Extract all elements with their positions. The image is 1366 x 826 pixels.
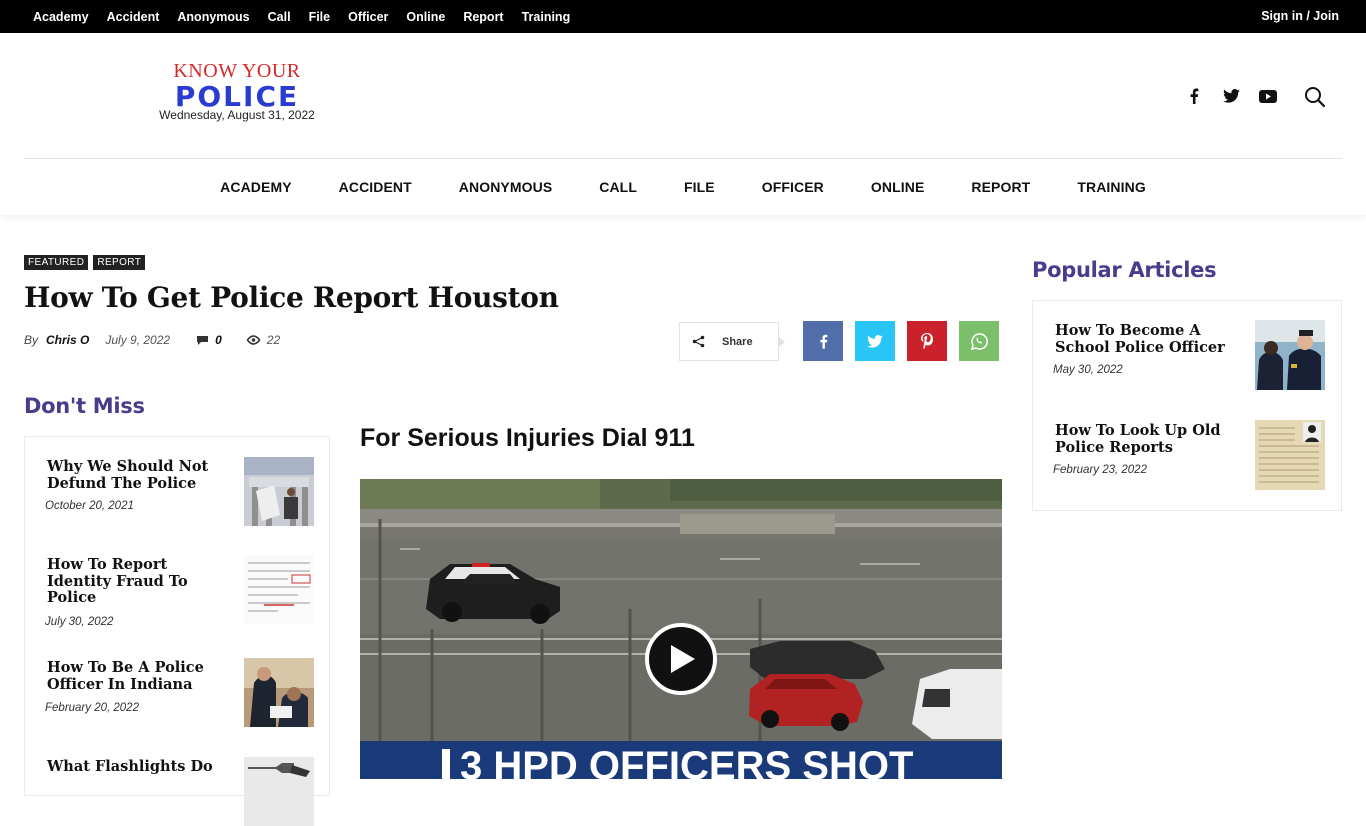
search-icon[interactable] xyxy=(1304,86,1326,108)
top-menu-accident[interactable]: Accident xyxy=(107,10,160,24)
video-caption: 3 HPD OFFICERS SHOT xyxy=(460,744,913,779)
nav-file[interactable]: FILE xyxy=(684,179,715,195)
top-menu-anonymous[interactable]: Anonymous xyxy=(177,10,249,24)
eye-icon xyxy=(246,335,261,345)
category-report[interactable]: REPORT xyxy=(93,255,146,270)
top-menu-online[interactable]: Online xyxy=(406,10,445,24)
dont-miss-item-date: October 20, 2021 xyxy=(45,500,134,512)
facebook-icon[interactable] xyxy=(1182,84,1206,108)
dont-miss-item-date: July 30, 2022 xyxy=(45,616,114,628)
share-facebook-button[interactable] xyxy=(803,321,843,361)
facebook-icon xyxy=(819,334,827,349)
dont-miss-item-title[interactable]: How To Be A Police Officer In Indiana xyxy=(47,659,217,693)
signin-link[interactable]: Sign in / Join xyxy=(1261,0,1339,33)
article-title: How To Get Police Report Houston xyxy=(24,281,559,314)
share-box[interactable]: Share xyxy=(679,322,785,361)
top-menu: Academy Accident Anonymous Call File Off… xyxy=(24,0,579,33)
dont-miss-thumbnail[interactable] xyxy=(244,555,314,624)
comments-value: 0 xyxy=(215,333,222,347)
nav-officer[interactable]: OFFICER xyxy=(762,179,824,195)
article-subheading: For Serious Injuries Dial 911 xyxy=(360,424,695,452)
nav-anonymous[interactable]: ANONYMOUS xyxy=(459,179,552,195)
top-menu-officer[interactable]: Officer xyxy=(348,10,388,24)
category-tags: FEATURED REPORT xyxy=(24,255,150,270)
whatsapp-icon xyxy=(970,332,988,350)
share-label: Share xyxy=(722,335,753,348)
top-bar: Academy Accident Anonymous Call File Off… xyxy=(0,0,1366,33)
twitter-icon xyxy=(867,334,883,348)
nav-training[interactable]: TRAINING xyxy=(1077,179,1145,195)
nav-online[interactable]: ONLINE xyxy=(871,179,925,195)
main-nav: ACADEMY ACCIDENT ANONYMOUS CALL FILE OFF… xyxy=(0,159,1366,215)
popular-thumbnail[interactable] xyxy=(1255,320,1325,390)
nav-call[interactable]: CALL xyxy=(599,179,637,195)
nav-report[interactable]: REPORT xyxy=(971,179,1030,195)
article-meta: By Chris O July 9, 2022 0 22 xyxy=(24,333,280,347)
publish-date: July 9, 2022 xyxy=(105,333,171,347)
comment-icon xyxy=(197,335,209,345)
popular-articles-list: How To Become A School Police Officer Ma… xyxy=(1032,300,1342,511)
youtube-icon[interactable] xyxy=(1256,84,1280,108)
video-player[interactable]: 3 HPD OFFICERS SHOT xyxy=(360,479,1002,779)
dont-miss-item-title[interactable]: Why We Should Not Defund The Police xyxy=(47,458,217,492)
dont-miss-item-date: February 20, 2022 xyxy=(45,702,139,714)
share-icon xyxy=(692,335,705,348)
dont-miss-item-title[interactable]: What Flashlights Do xyxy=(47,758,217,776)
category-featured[interactable]: FEATURED xyxy=(24,255,89,270)
popular-item-title[interactable]: How To Look Up Old Police Reports xyxy=(1055,422,1230,456)
dont-miss-thumbnail[interactable] xyxy=(244,457,314,526)
author-link[interactable]: Chris O xyxy=(46,333,89,347)
views-value: 22 xyxy=(266,333,281,347)
dont-miss-heading: Don't Miss xyxy=(24,394,145,418)
popular-thumbnail[interactable] xyxy=(1255,420,1325,490)
share-twitter-button[interactable] xyxy=(855,321,895,361)
popular-item-title[interactable]: How To Become A School Police Officer xyxy=(1055,322,1230,356)
top-menu-training[interactable]: Training xyxy=(522,10,571,24)
views-count: 22 xyxy=(246,333,280,347)
popular-item-date: May 30, 2022 xyxy=(1053,364,1123,376)
nav-accident[interactable]: ACCIDENT xyxy=(339,179,412,195)
by-label: By xyxy=(24,333,39,347)
popular-item-date: February 23, 2022 xyxy=(1053,464,1147,476)
dont-miss-thumbnail[interactable] xyxy=(244,658,314,727)
twitter-icon[interactable] xyxy=(1219,84,1243,108)
share-whatsapp-button[interactable] xyxy=(959,321,999,361)
site-logo[interactable]: KNOW YOUR POLICE Wednesday, August 31, 2… xyxy=(140,60,334,122)
top-menu-call[interactable]: Call xyxy=(268,10,291,24)
dont-miss-thumbnail[interactable] xyxy=(244,757,314,826)
top-menu-report[interactable]: Report xyxy=(463,10,503,24)
header-social xyxy=(1182,84,1293,108)
pinterest-icon xyxy=(921,333,933,349)
popular-articles-heading: Popular Articles xyxy=(1032,258,1217,282)
dont-miss-list: Why We Should Not Defund The Police Octo… xyxy=(24,436,330,826)
comments-count[interactable]: 0 xyxy=(196,333,222,347)
header-date: Wednesday, August 31, 2022 xyxy=(159,108,315,122)
dont-miss-item-title[interactable]: How To Report Identity Fraud To Police xyxy=(47,556,217,607)
nav-academy[interactable]: ACADEMY xyxy=(220,179,291,195)
top-menu-academy[interactable]: Academy xyxy=(33,10,89,24)
top-menu-file[interactable]: File xyxy=(309,10,331,24)
share-pinterest-button[interactable] xyxy=(907,321,947,361)
